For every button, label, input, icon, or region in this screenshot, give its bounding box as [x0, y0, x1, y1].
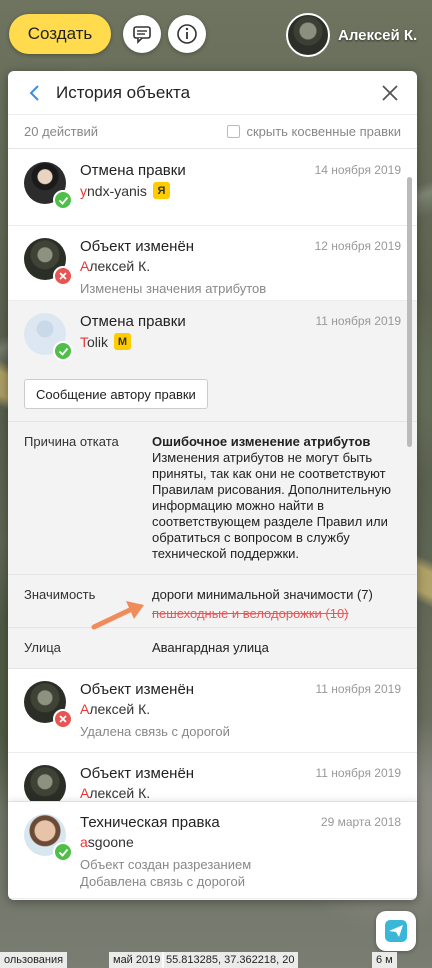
item-author[interactable]: asgoone — [80, 834, 401, 850]
reason-value: Ошибочное изменение атрибутов Изменения … — [152, 434, 401, 562]
item-author[interactable]: yndx-yanis Я — [80, 182, 401, 199]
history-panel: История объекта 20 действий скрыть косве… — [8, 71, 417, 900]
history-item[interactable]: Объект изменён 11 ноября 2019 Алексей К. — [8, 753, 417, 801]
street-link[interactable]: Авангардная улица — [152, 640, 401, 656]
approved-badge-icon — [53, 190, 73, 210]
importance-value: дороги минимальной значимости (7) пешехо… — [152, 587, 401, 621]
item-date: 11 ноября 2019 — [315, 766, 401, 780]
actions-count: 20 действий — [24, 124, 99, 139]
street-row: Улица Авангардная улица — [8, 627, 417, 668]
status-bar: ользования май 2019 55.813285, 37.362218… — [0, 948, 432, 968]
history-list: Отмена правки 14 ноября 2019 yndx-yanis … — [8, 150, 417, 900]
item-date: 14 ноября 2019 — [314, 163, 401, 177]
rejected-badge-icon — [53, 709, 73, 729]
author-initial: А — [80, 701, 90, 717]
history-item-selected[interactable]: Отмена правки 11 ноября 2019 Tolik М — [8, 301, 417, 369]
author-name: лексей К. — [89, 701, 151, 717]
paper-plane-icon — [385, 920, 407, 942]
create-button[interactable]: Создать — [9, 14, 111, 54]
item-date: 11 ноября 2019 — [315, 682, 401, 696]
coordinates: 55.813285, 37.362218, 20 — [162, 952, 299, 968]
revert-reason-row: Причина отката Ошибочное изменение атриб… — [8, 421, 417, 574]
info-button[interactable] — [168, 15, 206, 53]
annotation-arrow-icon — [91, 601, 144, 630]
item-date: 11 ноября 2019 — [315, 314, 401, 328]
history-item[interactable]: Техническая правка 29 марта 2018 asgoone… — [8, 801, 417, 899]
author-name: sgoone — [87, 834, 134, 850]
panel-header: История объекта — [8, 71, 417, 115]
edit-details: Сообщение автору правки Причина отката О… — [8, 369, 417, 669]
info-icon — [177, 24, 197, 44]
rank-badge: Я — [152, 182, 170, 199]
message-author-button[interactable]: Сообщение автору правки — [24, 379, 208, 409]
history-item[interactable]: Отмена правки 14 ноября 2019 yndx-yanis … — [8, 150, 417, 226]
author-initial: А — [80, 258, 90, 274]
user-avatar — [286, 13, 330, 57]
hide-indirect-checkbox[interactable]: скрыть косвенные правки — [227, 124, 401, 139]
author-name: ndx-yanis — [87, 182, 147, 199]
reason-title: Ошибочное изменение атрибутов — [152, 434, 371, 449]
back-icon[interactable] — [26, 84, 44, 102]
author-initial: a — [80, 834, 88, 850]
approved-badge-icon — [53, 842, 73, 862]
hide-indirect-label: скрыть косвенные правки — [246, 124, 401, 139]
author-name: лексей К. — [89, 785, 151, 801]
item-author[interactable]: Алексей К. — [80, 258, 401, 274]
reason-text: Изменения атрибутов не могут быть принят… — [152, 450, 391, 561]
user-name: Алексей К. — [338, 26, 418, 44]
item-note: Удалена связь с дорогой — [80, 724, 230, 739]
chat-icon — [133, 26, 151, 44]
feedback-button[interactable] — [123, 15, 161, 53]
author-initial: y — [80, 182, 87, 199]
item-author[interactable]: Алексей К. — [80, 701, 401, 717]
reason-label: Причина отката — [24, 434, 119, 449]
scrollbar-thumb[interactable] — [407, 177, 412, 447]
rejected-badge-icon — [53, 266, 73, 286]
close-icon[interactable] — [381, 84, 399, 102]
author-initial: А — [80, 785, 90, 801]
importance-new: дороги минимальной значимости (7) — [152, 587, 373, 602]
item-note-2: Добавлена связь с дорогой — [80, 874, 245, 889]
author-name: лексей К. — [89, 258, 151, 274]
imagery-date: май 2019 — [109, 952, 165, 968]
terms-link[interactable]: ользования — [0, 952, 68, 968]
item-date: 12 ноября 2019 — [314, 239, 401, 253]
avatar — [24, 765, 66, 801]
item-note: Объект создан разрезанием — [80, 857, 252, 872]
item-author[interactable]: Алексей К. — [80, 785, 401, 801]
item-author[interactable]: Tolik М — [80, 333, 401, 350]
history-subbar: 20 действий скрыть косвенные правки — [8, 115, 417, 149]
panel-title: История объекта — [56, 83, 191, 102]
scale-label: 6 м — [372, 952, 397, 968]
rank-badge: М — [114, 333, 132, 350]
author-name: olik — [87, 333, 109, 350]
approved-badge-icon — [53, 341, 73, 361]
send-button[interactable] — [376, 911, 416, 951]
importance-row: Значимость дороги минимальной значимости… — [8, 574, 417, 627]
importance-old: пешеходные и велодорожки (10) — [152, 606, 349, 621]
street-label: Улица — [24, 640, 61, 655]
author-initial: T — [80, 333, 87, 350]
history-item[interactable]: Объект изменён 12 ноября 2019 Алексей К.… — [8, 226, 417, 301]
checkbox-box[interactable] — [227, 125, 241, 138]
item-note: Изменены значения атрибутов — [80, 281, 267, 296]
user-menu[interactable]: Алексей К. — [286, 13, 417, 57]
item-date: 29 марта 2018 — [320, 815, 401, 829]
history-item[interactable]: Объект изменён 11 ноября 2019 Алексей К.… — [8, 669, 417, 753]
